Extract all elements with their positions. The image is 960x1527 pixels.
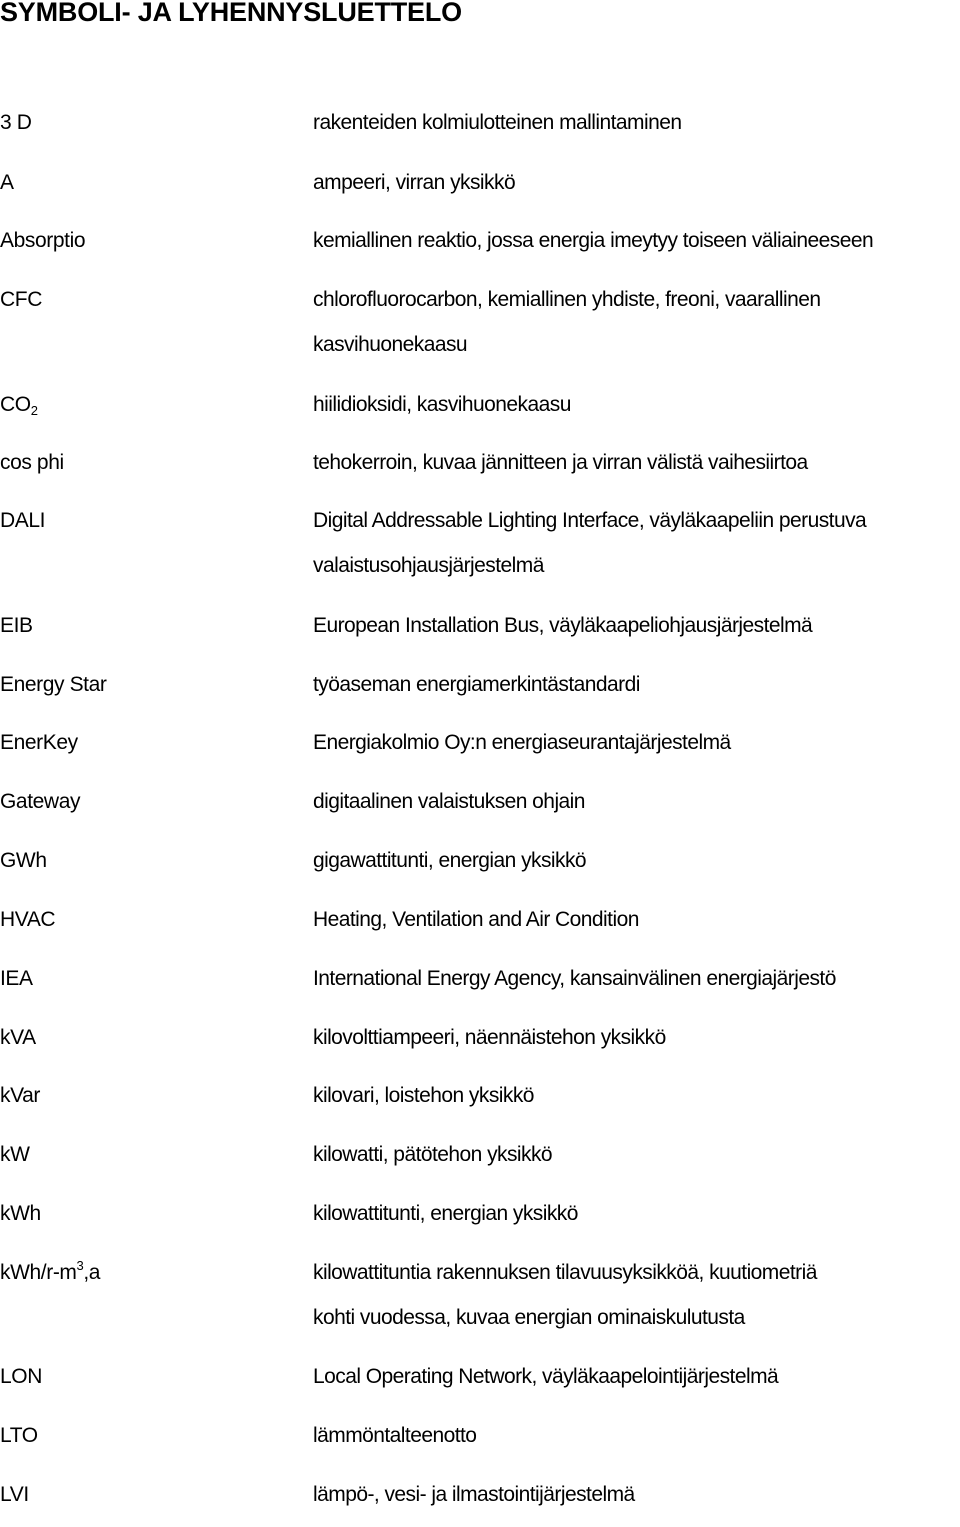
- abbreviation-term: CFC: [0, 287, 42, 313]
- abbreviation-term: GWh: [0, 848, 47, 874]
- abbreviation-definition: European Installation Bus, väyläkaapelio…: [313, 613, 813, 658]
- abbreviation-term: Gateway: [0, 789, 80, 815]
- abbreviation-term: kWh: [0, 1201, 41, 1227]
- definition-line: kemiallinen reaktio, jossa energia imeyt…: [313, 229, 874, 252]
- abbreviation-definition: gigawattitunti, energian yksikkö: [313, 848, 587, 893]
- abbreviation-term: HVAC: [0, 907, 56, 933]
- abbreviation-term: LON: [0, 1364, 42, 1390]
- abbreviation-definition: digitaalinen valaistuksen ohjain: [313, 789, 585, 834]
- definition-line: European Installation Bus, väyläkaapelio…: [313, 614, 813, 637]
- definition-line: Heating, Ventilation and Air Condition: [313, 908, 639, 931]
- abbreviation-term: A: [0, 170, 14, 196]
- definition-line: tehokerroin, kuvaa jännitteen ja virran …: [313, 451, 808, 474]
- page-title: SYMBOLI- JA LYHENNYSLUETTELO: [0, 0, 462, 27]
- abbreviation-term: kVA: [0, 1025, 36, 1051]
- definition-line: Energiakolmio Oy:n energiaseurantajärjes…: [313, 731, 731, 754]
- term-text: IEA: [0, 967, 33, 990]
- abbreviation-term: DALI: [0, 508, 45, 534]
- definition-line: Local Operating Network, väyläkaapeloint…: [313, 1365, 779, 1388]
- abbreviation-definition: kemiallinen reaktio, jossa energia imeyt…: [313, 228, 874, 273]
- abbreviation-definition: kilovari, loistehon yksikkö: [313, 1083, 534, 1128]
- definition-line: rakenteiden kolmiulotteinen mallintamine…: [313, 111, 682, 134]
- abbreviation-definition: työaseman energiamerkintästandardi: [313, 672, 640, 717]
- abbreviation-definition: rakenteiden kolmiulotteinen mallintamine…: [313, 110, 682, 155]
- abbreviation-definition: Digital Addressable Lighting Interface, …: [313, 508, 867, 598]
- term-text: Absorptio: [0, 229, 86, 252]
- abbreviation-term: 3 D: [0, 110, 32, 136]
- abbreviation-definition: kilowattitunti, energian yksikkö: [313, 1201, 578, 1246]
- term-text: kWh/r-m: [0, 1261, 77, 1284]
- abbreviation-definition: lämmöntalteenotto: [313, 1423, 477, 1468]
- term-text: kVar: [0, 1084, 41, 1107]
- term-text: A: [0, 171, 14, 194]
- abbreviation-term: Absorptio: [0, 228, 86, 254]
- abbreviation-definition: Heating, Ventilation and Air Condition: [313, 907, 639, 952]
- term-text: 3 D: [0, 111, 32, 134]
- term-text: LON: [0, 1365, 42, 1388]
- definition-line: valaistusohjausjärjestelmä: [313, 554, 544, 577]
- term-suffix: ,a: [83, 1261, 101, 1284]
- definition-line: digitaalinen valaistuksen ohjain: [313, 790, 585, 813]
- abbreviation-term: IEA: [0, 966, 33, 992]
- term-text: LVI: [0, 1483, 29, 1506]
- definition-line: hiilidioksidi, kasvihuonekaasu: [313, 393, 571, 416]
- term-text: CO: [0, 393, 31, 416]
- definition-line: kilowattitunti, energian yksikkö: [313, 1202, 578, 1225]
- abbreviation-term: kWh/r-m3,a: [0, 1259, 101, 1286]
- definition-line: lämmöntalteenotto: [313, 1424, 477, 1447]
- term-text: CFC: [0, 288, 42, 311]
- abbreviation-definition: lämpö-, vesi- ja ilmastointijärjestelmä: [313, 1482, 635, 1527]
- abbreviation-definition: kilovolttiampeeri, näennäistehon yksikkö: [313, 1025, 666, 1070]
- abbreviation-definition: International Energy Agency, kansainväli…: [313, 966, 836, 1011]
- term-text: GWh: [0, 849, 47, 872]
- definition-line: kilowatti, pätötehon yksikkö: [313, 1143, 553, 1166]
- definition-line: kilowattituntia rakennuksen tilavuusyksi…: [313, 1261, 817, 1284]
- term-text: HVAC: [0, 908, 56, 931]
- abbreviation-term: kW: [0, 1142, 30, 1168]
- abbreviation-term: EnerKey: [0, 730, 78, 756]
- term-text: cos phi: [0, 451, 64, 474]
- definition-line: lämpö-, vesi- ja ilmastointijärjestelmä: [313, 1483, 635, 1506]
- definition-line: työaseman energiamerkintästandardi: [313, 673, 640, 696]
- term-text: LTO: [0, 1424, 38, 1447]
- abbreviation-definition: chlorofluorocarbon, kemiallinen yhdiste,…: [313, 287, 821, 377]
- definition-line: Digital Addressable Lighting Interface, …: [313, 509, 867, 532]
- abbreviation-definition: Energiakolmio Oy:n energiaseurantajärjes…: [313, 730, 731, 775]
- abbreviation-definition: ampeeri, virran yksikkö: [313, 170, 516, 215]
- term-text: Energy Star: [0, 673, 107, 696]
- abbreviation-term: EIB: [0, 613, 33, 639]
- definition-line: ampeeri, virran yksikkö: [313, 171, 516, 194]
- abbreviation-term: kVar: [0, 1083, 40, 1109]
- term-text: EnerKey: [0, 731, 78, 754]
- definition-line: chlorofluorocarbon, kemiallinen yhdiste,…: [313, 288, 821, 311]
- definition-line: kilovolttiampeeri, näennäistehon yksikkö: [313, 1026, 666, 1049]
- abbreviation-definition: Local Operating Network, väyläkaapeloint…: [313, 1364, 779, 1409]
- abbreviation-definition: kilowattituntia rakennuksen tilavuusyksi…: [313, 1260, 817, 1350]
- term-subscript: 2: [30, 403, 38, 418]
- term-text: kVA: [0, 1026, 36, 1049]
- abbreviation-term: CO2: [0, 392, 38, 418]
- term-text: kW: [0, 1143, 30, 1166]
- definition-line: kasvihuonekaasu: [313, 333, 468, 356]
- abbreviation-definition: hiilidioksidi, kasvihuonekaasu: [313, 392, 571, 437]
- term-text: DALI: [0, 509, 46, 532]
- abbreviation-definition: kilowatti, pätötehon yksikkö: [313, 1142, 553, 1187]
- abbreviation-term: LTO: [0, 1423, 38, 1449]
- abbreviation-term: cos phi: [0, 450, 64, 476]
- abbreviation-term: LVI: [0, 1482, 29, 1508]
- definition-line: kilovari, loistehon yksikkö: [313, 1084, 534, 1107]
- term-text: kWh: [0, 1202, 41, 1225]
- term-text: Gateway: [0, 790, 81, 813]
- abbreviation-term: Energy Star: [0, 672, 107, 698]
- term-text: EIB: [0, 614, 33, 637]
- definition-line: International Energy Agency, kansainväli…: [313, 967, 836, 990]
- definition-line: kohti vuodessa, kuvaa energian ominaisku…: [313, 1306, 745, 1329]
- definition-line: gigawattitunti, energian yksikkö: [313, 849, 587, 872]
- abbreviation-definition: tehokerroin, kuvaa jännitteen ja virran …: [313, 450, 808, 495]
